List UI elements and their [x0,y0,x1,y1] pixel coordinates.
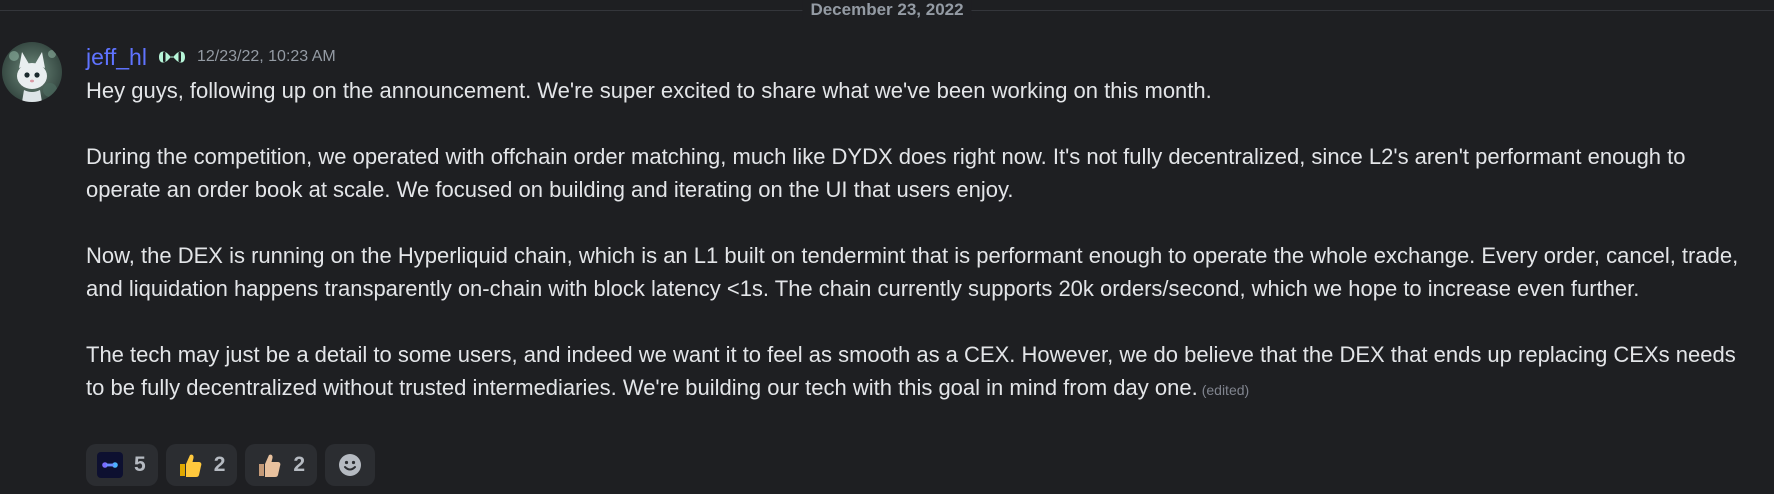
reaction-count: 2 [213,453,226,476]
message-view: December 23, 2022 jeff_hl 12/23/22, 10:2… [0,0,1774,494]
reactions-bar: 5 2 2 [86,444,376,486]
avatar-image [2,42,62,102]
edited-label: (edited) [1201,382,1250,398]
hyperliquid-emoji-icon [96,451,124,479]
thumbs-up-light-icon [255,451,283,479]
message-timestamp[interactable]: 12/23/22, 10:23 AM [197,40,336,74]
author-name[interactable]: jeff_hl [86,40,147,74]
smiley-add-reaction-icon [336,451,364,479]
message-paragraph: During the competition, we operated with… [86,144,1686,202]
message-paragraph-last: The tech may just be a detail to some us… [86,338,1756,407]
date-divider-label: December 23, 2022 [802,0,972,20]
reaction-hyperliquid[interactable]: 5 [86,444,158,486]
message-paragraph: Hey guys, following up on the announceme… [86,78,1212,103]
avatar[interactable] [2,42,62,102]
message-header: jeff_hl 12/23/22, 10:23 AM [86,40,336,74]
thumbs-up-icon [176,451,204,479]
reaction-count: 2 [293,453,306,476]
reaction-count: 5 [134,453,146,476]
hyperliquid-badge-icon[interactable] [157,47,187,67]
date-divider: December 23, 2022 [0,0,1774,20]
add-reaction-button[interactable] [325,444,376,486]
message-paragraph: Now, the DEX is running on the Hyperliqu… [86,243,1739,301]
message-paragraph-text: The tech may just be a detail to some us… [86,342,1736,400]
reaction-thumbs-up-light[interactable]: 2 [245,444,318,486]
reaction-thumbs-up[interactable]: 2 [165,444,238,486]
message-content: Hey guys, following up on the announceme… [86,74,1756,407]
